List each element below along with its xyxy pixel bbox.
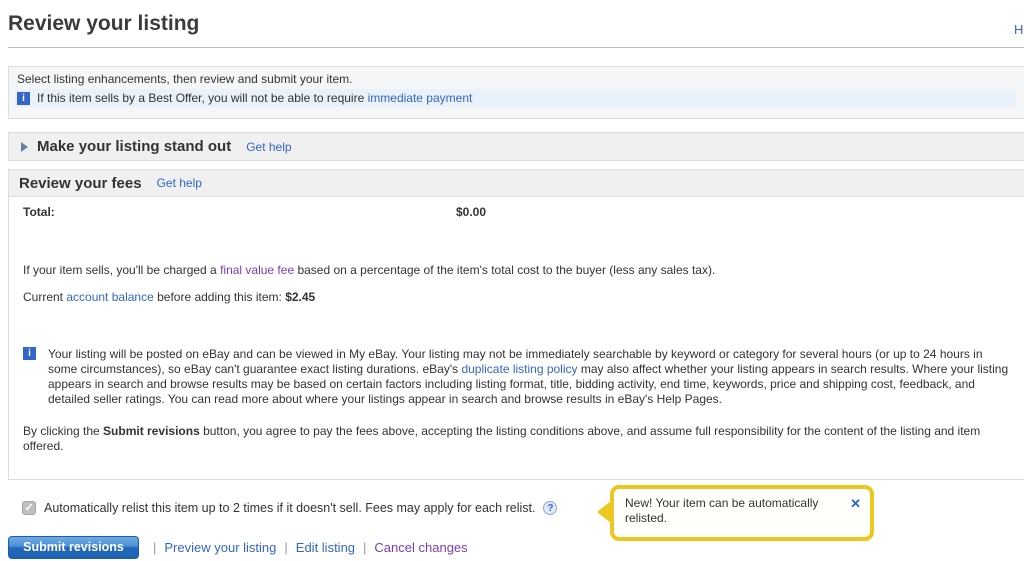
final-value-fee-paragraph: If your item sells, you'll be charged a … [23, 263, 1003, 277]
fees-content-box: Total: $0.00 If your item sells, you'll … [8, 197, 1024, 480]
fees-section-header: Review your fees Get help [8, 169, 1024, 197]
fees-section-title: Review your fees [19, 175, 142, 192]
separator: | [363, 540, 366, 555]
standout-section-title: Make your listing stand out [37, 138, 231, 155]
fvf-text-after: based on a percentage of the item's tota… [294, 263, 715, 277]
listing-visibility-notice: i Your listing will be posted on eBay an… [23, 347, 1018, 407]
separator: | [284, 540, 287, 555]
tooltip-text: New! Your item can be automatically reli… [625, 496, 837, 526]
immediate-payment-link[interactable]: immediate payment [368, 91, 473, 105]
listing-enhancements-box: Select listing enhancements, then review… [8, 66, 1024, 119]
standout-section-header[interactable]: Make your listing stand out Get help [8, 132, 1024, 161]
notice-text: Your listing will be posted on eBay and … [48, 347, 1013, 407]
standout-get-help-link[interactable]: Get help [246, 140, 291, 154]
agreement-paragraph: By clicking the Submit revisions button,… [23, 424, 1008, 454]
account-balance-link[interactable]: account balance [66, 290, 153, 304]
best-offer-notice: i If this item sells by a Best Offer, yo… [15, 89, 1016, 107]
fvf-text-before: If your item sells, you'll be charged a [23, 263, 220, 277]
agreement-text-before: By clicking the [23, 424, 103, 438]
separator: | [153, 540, 156, 555]
info-icon: i [17, 92, 30, 105]
agreement-submit-revisions-bold: Submit revisions [103, 424, 200, 438]
enhancements-instruction: Select listing enhancements, then review… [15, 72, 1016, 86]
total-label: Total: [23, 205, 55, 219]
auto-relist-label: Automatically relist this item up to 2 t… [44, 501, 535, 515]
page-title: Review your listing [8, 12, 199, 36]
auto-relist-tooltip: New! Your item can be automatically reli… [610, 485, 874, 541]
balance-amount: $2.45 [285, 290, 315, 304]
auto-relist-row: Automatically relist this item up to 2 t… [22, 501, 557, 515]
expand-arrow-icon[interactable] [21, 142, 28, 152]
preview-listing-link[interactable]: Preview your listing [164, 540, 276, 555]
account-balance-paragraph: Current account balance before adding th… [23, 290, 1003, 304]
cancel-changes-link[interactable]: Cancel changes [374, 540, 467, 555]
title-divider [8, 47, 1024, 48]
fees-get-help-link[interactable]: Get help [157, 176, 202, 190]
submit-revisions-button[interactable]: Submit revisions [8, 536, 139, 559]
balance-text-before: Current [23, 290, 66, 304]
best-offer-text: If this item sells by a Best Offer, you … [37, 91, 368, 105]
action-bar: Submit revisions | Preview your listing … [8, 536, 468, 559]
balance-text-mid: before adding this item: [154, 290, 285, 304]
duplicate-listing-policy-link[interactable]: duplicate listing policy [461, 362, 577, 376]
relist-help-icon[interactable]: ? [543, 501, 557, 515]
auto-relist-checkbox[interactable] [22, 501, 36, 515]
tooltip-close-icon[interactable]: ✕ [850, 496, 861, 511]
info-icon: i [23, 347, 36, 360]
best-offer-notice-text: If this item sells by a Best Offer, you … [37, 91, 472, 105]
tooltip-arrow-icon [597, 501, 611, 523]
review-listing-page: Review your listing H Select listing enh… [0, 0, 1024, 561]
final-value-fee-link[interactable]: final value fee [220, 263, 294, 277]
edit-listing-link[interactable]: Edit listing [296, 540, 355, 555]
help-link[interactable]: H [1014, 22, 1023, 37]
total-value: $0.00 [456, 205, 486, 219]
